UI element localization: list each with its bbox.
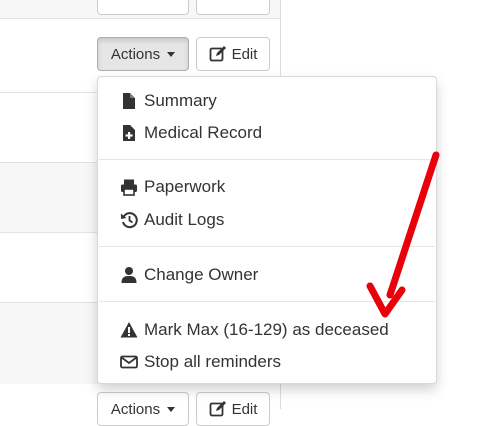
menu-item-audit-logs[interactable]: Audit Logs	[120, 207, 224, 233]
menu-divider	[99, 246, 435, 247]
row-divider	[0, 18, 280, 19]
menu-item-label: Audit Logs	[144, 210, 225, 229]
menu-item-label: Mark Max (16-129) as deceased	[144, 320, 389, 339]
menu-item-paperwork[interactable]: Paperwork	[120, 174, 225, 200]
caret-down-icon	[167, 406, 176, 412]
menu-item-label: Paperwork	[144, 177, 226, 196]
edit-button[interactable]: Edit	[196, 37, 270, 71]
edit-button-prev[interactable]	[196, 0, 270, 15]
menu-item-label: Change Owner	[144, 265, 259, 284]
edit-button-label: Edit	[231, 400, 258, 418]
envelope-icon	[120, 355, 138, 369]
actions-button-label: Actions	[110, 45, 161, 63]
edit-button-label: Edit	[231, 45, 258, 63]
edit-button-next[interactable]: Edit	[196, 392, 270, 426]
menu-item-summary[interactable]: Summary	[120, 88, 217, 114]
edit-icon	[209, 401, 226, 417]
edit-icon	[209, 46, 226, 62]
menu-item-mark-deceased[interactable]: Mark Max (16-129) as deceased	[120, 317, 389, 343]
print-icon	[121, 179, 137, 196]
actions-dropdown-menu: Summary Medical Record Paperwork Audit L…	[97, 76, 437, 384]
actions-button[interactable]: Actions	[97, 37, 189, 71]
menu-item-label: Medical Record	[144, 123, 263, 142]
menu-item-label: Summary	[144, 91, 217, 110]
caret-down-icon	[167, 51, 176, 57]
actions-button-label: Actions	[110, 400, 161, 418]
medical-file-icon	[123, 125, 135, 141]
file-icon	[123, 93, 135, 109]
menu-divider	[99, 159, 435, 160]
menu-divider	[99, 301, 435, 302]
menu-item-change-owner[interactable]: Change Owner	[120, 262, 258, 288]
history-icon	[120, 212, 138, 229]
menu-item-medical-record[interactable]: Medical Record	[120, 120, 262, 146]
actions-button-prev[interactable]	[97, 0, 189, 15]
warning-icon	[120, 322, 138, 338]
menu-item-label: Stop all reminders	[144, 352, 282, 371]
user-icon	[121, 267, 137, 283]
actions-button-next[interactable]: Actions	[97, 392, 189, 426]
menu-item-stop-reminders[interactable]: Stop all reminders	[120, 349, 281, 375]
